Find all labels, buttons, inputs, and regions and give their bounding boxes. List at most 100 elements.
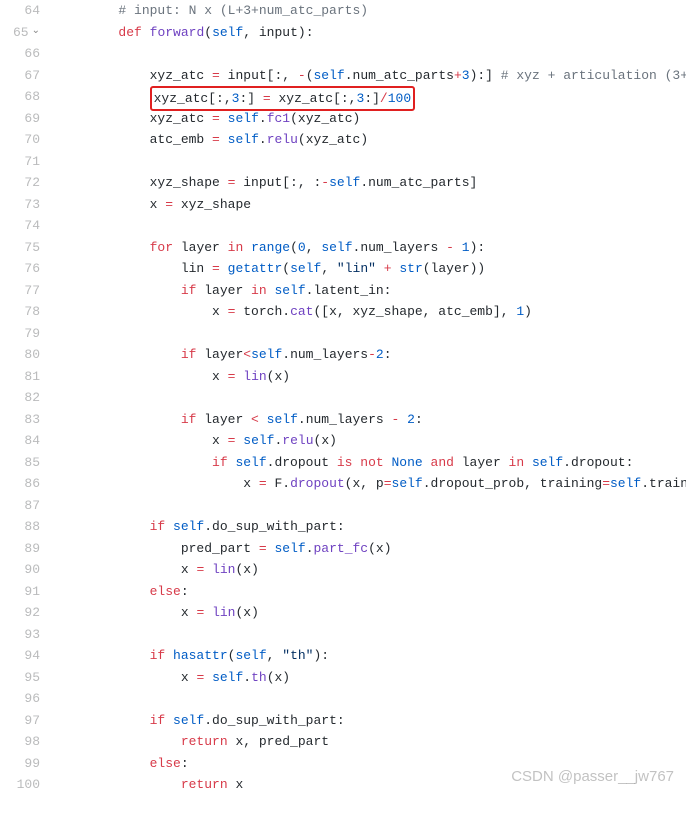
- code-line[interactable]: [56, 151, 686, 173]
- code-line[interactable]: if layer < self.num_layers - 2:: [56, 409, 686, 431]
- code-token: ,: [321, 261, 337, 276]
- line-number: 93: [0, 624, 40, 646]
- code-line[interactable]: if layer<self.num_layers-2:: [56, 344, 686, 366]
- code-token: layer: [462, 455, 509, 470]
- line-number: 97: [0, 710, 40, 732]
- code-line[interactable]: xyz_atc = input[:, -(self.num_atc_parts+…: [56, 65, 686, 87]
- code-token: .num_atc_parts: [345, 68, 454, 83]
- code-token: self: [235, 648, 266, 663]
- code-line[interactable]: [56, 43, 686, 65]
- code-line[interactable]: for layer in range(0, self.num_layers - …: [56, 237, 686, 259]
- code-token: 0: [298, 240, 306, 255]
- code-token: [220, 261, 228, 276]
- code-line[interactable]: def forward(self, input):: [56, 22, 686, 44]
- code-token: 3: [462, 68, 470, 83]
- code-line[interactable]: x = F.dropout(x, p=self.dropout_prob, tr…: [56, 473, 686, 495]
- code-line[interactable]: [56, 387, 686, 409]
- code-line[interactable]: x = xyz_shape: [56, 194, 686, 216]
- code-area[interactable]: # input: N x (L+3+num_atc_parts) def for…: [56, 0, 686, 796]
- code-line[interactable]: [56, 624, 686, 646]
- code-token: [423, 455, 431, 470]
- code-token: (xyz_atc): [290, 111, 360, 126]
- code-token: def: [118, 25, 149, 40]
- code-line[interactable]: xyz_shape = input[:, :-self.num_atc_part…: [56, 172, 686, 194]
- code-token: ([x, xyz_shape, atc_emb],: [313, 304, 516, 319]
- code-token: (layer)): [423, 261, 485, 276]
- code-line[interactable]: xyz_atc[:,3:] = xyz_atc[:,3:]/100: [56, 86, 686, 108]
- code-line[interactable]: else:: [56, 753, 686, 775]
- code-line[interactable]: # input: N x (L+3+num_atc_parts): [56, 0, 686, 22]
- code-token: xyz_atc[:,: [271, 91, 357, 106]
- code-token: layer: [204, 283, 251, 298]
- code-line[interactable]: atc_emb = self.relu(xyz_atc): [56, 129, 686, 151]
- code-line[interactable]: x = lin(x): [56, 602, 686, 624]
- code-token: "lin": [337, 261, 376, 276]
- code-token: self: [251, 347, 282, 362]
- code-token: =: [165, 197, 173, 212]
- code-line[interactable]: else:: [56, 581, 686, 603]
- line-number: 86: [0, 473, 40, 495]
- code-token: forward: [150, 25, 205, 40]
- code-token: training: [540, 476, 602, 491]
- line-number: 96: [0, 688, 40, 710]
- code-token: self: [314, 68, 345, 83]
- line-number: 69: [0, 108, 40, 130]
- code-token: else: [150, 584, 181, 599]
- code-token: x: [212, 433, 228, 448]
- code-token: +: [384, 261, 392, 276]
- line-number: 67: [0, 65, 40, 87]
- code-token: x: [243, 476, 259, 491]
- code-line[interactable]: if hasattr(self, "th"):: [56, 645, 686, 667]
- code-token: self: [173, 713, 204, 728]
- code-token: x: [181, 562, 197, 577]
- chevron-down-icon[interactable]: ⌄: [32, 24, 40, 41]
- code-token: return: [181, 734, 236, 749]
- code-token: ):: [314, 648, 330, 663]
- code-token: if: [150, 648, 173, 663]
- code-line[interactable]: pred_part = self.part_fc(x): [56, 538, 686, 560]
- code-line[interactable]: return x, pred_part: [56, 731, 686, 753]
- code-token: in: [509, 455, 532, 470]
- line-number: 85: [0, 452, 40, 474]
- code-token: range: [251, 240, 290, 255]
- code-token: [204, 670, 212, 685]
- code-line[interactable]: x = self.th(x): [56, 667, 686, 689]
- code-line[interactable]: if self.do_sup_with_part:: [56, 516, 686, 538]
- code-token: (x): [267, 369, 290, 384]
- code-token: xyz_atc: [150, 111, 212, 126]
- code-line[interactable]: return x: [56, 774, 686, 796]
- code-token: atc_emb: [150, 132, 212, 147]
- code-line[interactable]: if self.dropout is not None and layer in…: [56, 452, 686, 474]
- code-token: .do_sup_with_part:: [204, 519, 344, 534]
- code-line[interactable]: if layer in self.latent_in:: [56, 280, 686, 302]
- code-token: lin: [212, 605, 235, 620]
- code-line[interactable]: [56, 215, 686, 237]
- code-token: x: [212, 304, 228, 319]
- code-line[interactable]: x = self.relu(x): [56, 430, 686, 452]
- code-editor[interactable]: 6465⌄66676869707172737475767778798081828…: [0, 0, 686, 796]
- code-line[interactable]: x = lin(x): [56, 366, 686, 388]
- code-token: .dropout_prob,: [423, 476, 540, 491]
- code-token: [204, 562, 212, 577]
- code-token: ):: [470, 240, 486, 255]
- code-line[interactable]: [56, 495, 686, 517]
- code-token: input[:, :: [235, 175, 321, 190]
- code-token: self: [228, 132, 259, 147]
- code-token: =: [263, 91, 271, 106]
- line-number: 84: [0, 430, 40, 452]
- code-line[interactable]: [56, 688, 686, 710]
- code-token: self: [274, 283, 305, 298]
- comment-text: # input: N x (L+3+num_atc_parts): [118, 3, 368, 18]
- code-line[interactable]: if self.do_sup_with_part:: [56, 710, 686, 732]
- code-token: else: [150, 756, 181, 771]
- code-token: (x): [267, 670, 290, 685]
- code-token: xyz_shape: [150, 175, 228, 190]
- code-token: and: [431, 455, 462, 470]
- code-token: fc1: [267, 111, 290, 126]
- code-line[interactable]: x = lin(x): [56, 559, 686, 581]
- code-line[interactable]: lin = getattr(self, "lin" + str(layer)): [56, 258, 686, 280]
- code-line[interactable]: [56, 323, 686, 345]
- code-token: cat: [290, 304, 313, 319]
- code-token: relu: [282, 433, 313, 448]
- code-line[interactable]: x = torch.cat([x, xyz_shape, atc_emb], 1…: [56, 301, 686, 323]
